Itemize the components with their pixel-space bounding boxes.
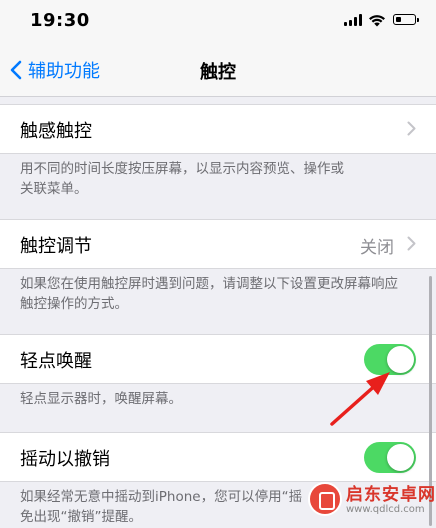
haptic-touch-label: 触感触控 (20, 121, 92, 142)
watermark: 启东安卓网 www.qdlcd.com (296, 474, 436, 528)
touch-accommodations-value: 关闭 (360, 238, 394, 258)
toggle-knob (387, 346, 414, 373)
watermark-url: www.qdlcd.com (346, 504, 425, 515)
battery-icon (393, 14, 419, 25)
tap-to-wake-toggle[interactable] (364, 344, 416, 375)
tap-to-wake-footer: 轻点显示器时，唤醒屏幕。 (20, 391, 182, 407)
tap-to-wake-cell: 轻点唤醒 (0, 334, 436, 384)
touch-accommodations-label: 触控调节 (20, 236, 92, 257)
tap-to-wake-label: 轻点唤醒 (20, 351, 92, 372)
page-title: 触控 (200, 62, 236, 83)
haptic-touch-footer-line1: 用不同的时间长度按压屏幕，以显示内容预览、操作或 (20, 161, 344, 177)
navigation-bar: 辅助功能 触控 (0, 44, 436, 97)
touch-accommodations-footer: 如果您在使用触控屏时遇到问题，请调整以下设置更改屏幕响应 触控操作的方式。 (20, 274, 416, 314)
toggle-knob (387, 444, 414, 471)
touch-accommodations-footer-line2: 触控操作的方式。 (20, 296, 128, 312)
touch-accommodations-cell[interactable]: 触控调节 关闭 (0, 219, 436, 269)
touch-accommodations-footer-line1: 如果您在使用触控屏时遇到问题，请调整以下设置更改屏幕响应 (20, 276, 398, 292)
status-bar: 19:30 (0, 0, 436, 44)
cellular-signal-icon (344, 14, 362, 26)
watermark-title: 启东安卓网 (346, 485, 436, 505)
haptic-touch-footer: 用不同的时间长度按压屏幕，以显示内容预览、操作或 关联菜单。 (20, 159, 416, 199)
watermark-logo-icon (308, 482, 342, 516)
haptic-touch-footer-line2: 关联菜单。 (20, 181, 88, 197)
chevron-right-icon (407, 236, 416, 251)
haptic-touch-cell[interactable]: 触感触控 (0, 104, 436, 154)
shake-to-undo-label: 摇动以撤销 (20, 449, 110, 470)
status-time: 19:30 (30, 10, 90, 31)
shake-to-undo-toggle[interactable] (364, 442, 416, 473)
wifi-icon (369, 15, 385, 27)
chevron-right-icon (407, 121, 416, 136)
